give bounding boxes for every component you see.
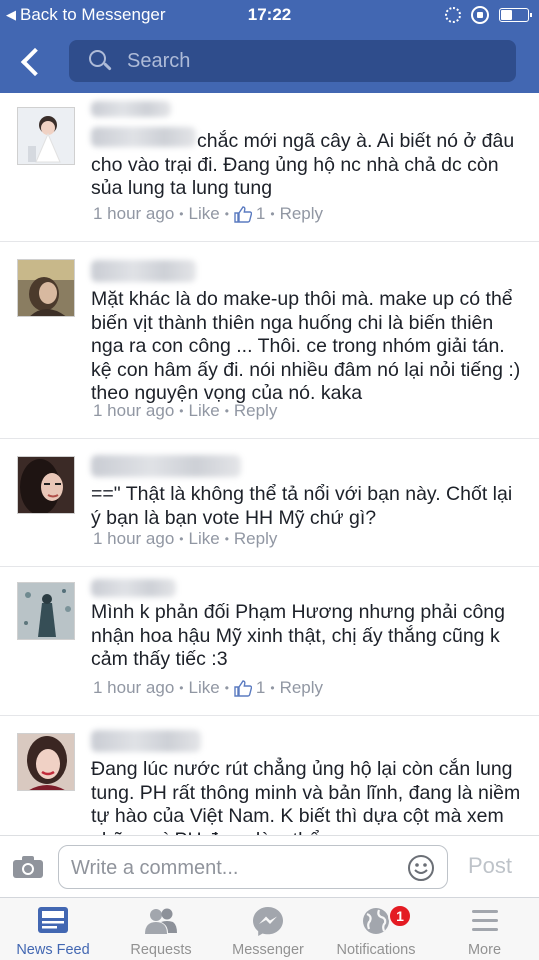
tab-messenger[interactable]: Messenger [214, 898, 322, 960]
comment-field[interactable] [58, 845, 448, 889]
reply-link[interactable]: Reply [234, 401, 277, 421]
tab-requests[interactable]: Requests [108, 898, 214, 960]
avatar[interactable] [17, 456, 75, 514]
globe-icon [363, 908, 389, 934]
search-icon [89, 50, 112, 72]
comment-body: chắc mới ngã cây à. Ai biết nó ở đâu cho… [91, 130, 515, 199]
like-count: 1 [255, 204, 266, 223]
tab-label: Requests [130, 942, 192, 958]
thumbs-up-icon [234, 680, 252, 697]
avatar[interactable] [17, 582, 75, 640]
news-feed-icon [38, 907, 68, 933]
separator-dot: • [224, 207, 229, 221]
separator-dot: • [270, 681, 275, 695]
separator-dot: • [270, 207, 275, 221]
comment-meta: 1 hour ago • Like • Reply [93, 401, 277, 421]
status-bar: ◀ Back to Messenger 17:22 [0, 0, 539, 30]
reply-link[interactable]: Reply [280, 204, 323, 224]
comment-list: chắc mới ngã cây à. Ai biết nó ở đâu cho… [0, 93, 539, 835]
reply-link[interactable]: Reply [280, 678, 323, 698]
blurred-name [91, 579, 176, 597]
separator-dot: • [224, 404, 229, 418]
back-chevron-icon[interactable] [18, 42, 46, 82]
comment-composer: Post [0, 835, 539, 897]
comment-body: Đang lúc nước rút chẳng ủng hộ lại còn c… [91, 758, 521, 835]
comment-item: ==" Thật là không thể tả nổi với bạn này… [0, 439, 539, 567]
like-link[interactable]: Like [189, 529, 220, 549]
timestamp[interactable]: 1 hour ago [93, 678, 174, 698]
comment-body: Mặt khác là do make-up thôi mà. make up … [91, 288, 521, 404]
notification-badge: 1 [388, 904, 412, 928]
thumbs-up-icon [234, 206, 252, 223]
separator-dot: • [179, 532, 184, 546]
battery-level [501, 10, 513, 20]
separator-dot: • [179, 681, 184, 695]
comment-body: Mình k phản đối Phạm Hương nhưng phải cô… [91, 601, 505, 670]
separator-dot: • [224, 681, 229, 695]
camera-icon[interactable] [12, 855, 44, 879]
battery-icon [499, 8, 532, 22]
post-button[interactable]: Post [468, 853, 512, 879]
comment-meta: 1 hour ago • Like • Reply [93, 529, 277, 549]
menu-icon [471, 910, 498, 931]
blurred-name [91, 101, 171, 117]
comment-item: Mặt khác là do make-up thôi mà. make up … [0, 242, 539, 439]
tab-notifications[interactable]: 1 Notifications [322, 898, 430, 960]
like-count: 1 [255, 678, 266, 697]
emoji-icon[interactable] [407, 854, 435, 882]
comment-item: chắc mới ngã cây à. Ai biết nó ở đâu cho… [0, 93, 539, 242]
comment-body: ==" Thật là không thể tả nổi với bạn này… [91, 483, 513, 529]
activity-spinner-icon [445, 7, 461, 23]
tab-label: News Feed [16, 942, 90, 958]
comment-text: chắc mới ngã cây à. Ai biết nó ở đâu cho… [91, 130, 521, 201]
friend-requests-icon [145, 908, 177, 934]
timestamp[interactable]: 1 hour ago [93, 204, 174, 224]
search-bar[interactable] [69, 40, 516, 82]
blurred-name [91, 455, 241, 477]
avatar[interactable] [17, 107, 75, 165]
timestamp[interactable]: 1 hour ago [93, 529, 174, 549]
timestamp[interactable]: 1 hour ago [93, 401, 174, 421]
comment-input[interactable] [71, 854, 391, 882]
tab-bar: News Feed Requests Messenger 1 Notificat… [0, 897, 539, 960]
status-icons [445, 6, 532, 24]
comment-meta: 1 hour ago • Like • 1 • Reply [93, 204, 323, 224]
comment-item: Đang lúc nước rút chẳng ủng hộ lại còn c… [0, 716, 539, 835]
tab-label: More [467, 942, 502, 958]
like-link[interactable]: Like [189, 204, 220, 224]
like-link[interactable]: Like [189, 401, 220, 421]
blurred-name [91, 730, 201, 752]
blurred-name [91, 260, 196, 282]
comment-item: Mình k phản đối Phạm Hương nhưng phải cô… [0, 567, 539, 716]
separator-dot: • [224, 532, 229, 546]
messenger-icon [253, 907, 283, 936]
tab-label: Messenger [232, 942, 304, 958]
like-link[interactable]: Like [189, 678, 220, 698]
tab-more[interactable]: More [430, 898, 539, 960]
comment-meta: 1 hour ago • Like • 1 • Reply [93, 678, 323, 698]
reply-link[interactable]: Reply [234, 529, 277, 549]
rotation-lock-icon [471, 6, 489, 24]
tab-label: Notifications [336, 942, 416, 958]
top-header: ◀ Back to Messenger 17:22 [0, 0, 539, 93]
separator-dot: • [179, 404, 184, 418]
search-input[interactable] [127, 49, 487, 73]
avatar[interactable] [17, 259, 75, 317]
tab-news-feed[interactable]: News Feed [0, 898, 106, 960]
avatar[interactable] [17, 733, 75, 791]
separator-dot: • [179, 207, 184, 221]
